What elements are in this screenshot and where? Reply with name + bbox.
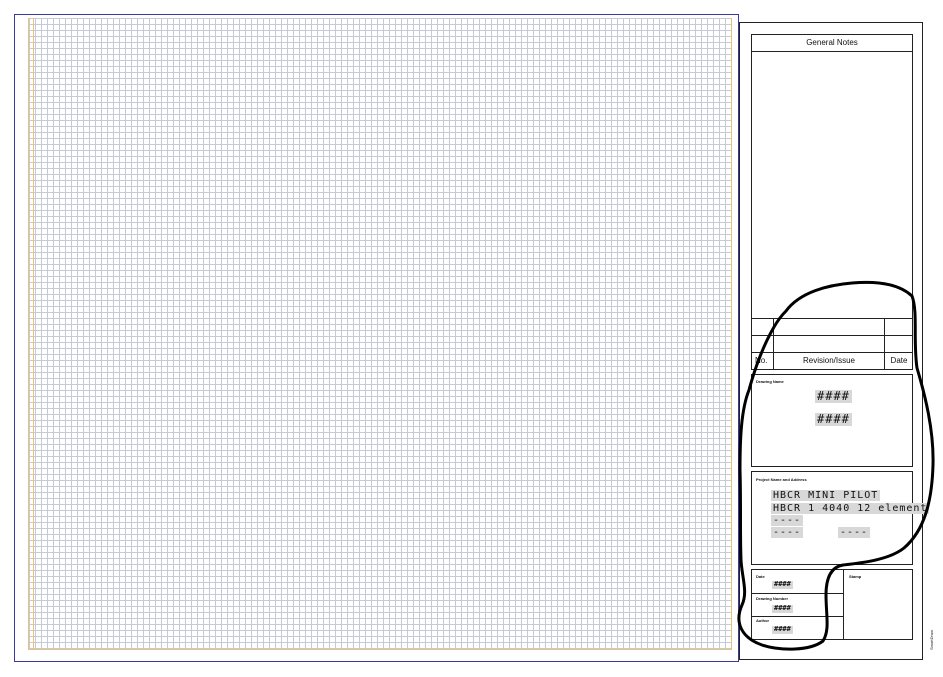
drawing-number-value[interactable]: #### (772, 604, 793, 613)
author-value[interactable]: #### (772, 625, 793, 634)
project-line2: HBCR 1 4040 12 element (771, 503, 930, 514)
project-label: Project Name and Address (756, 477, 807, 482)
date-value[interactable]: #### (772, 580, 793, 589)
project-line4b: ---- (838, 527, 871, 538)
brand-watermark: SmartDraw (929, 629, 934, 650)
drawing-name-line1: #### (815, 389, 852, 404)
revision-header-revision: Revision/Issue (802, 356, 856, 365)
drawing-number-label: Drawing Number (756, 596, 789, 601)
sheet-info-row-line (751, 593, 843, 594)
general-notes-header-divider (751, 51, 913, 52)
project-line3: ---- (771, 515, 804, 526)
revision-row-line (751, 335, 913, 336)
drawing-grid[interactable] (28, 18, 732, 650)
author-label: Author (756, 618, 770, 623)
margin-line (33, 18, 34, 650)
drawing-name-label: Drawing Name (756, 379, 784, 384)
sheet-info-divider (843, 569, 844, 640)
revision-row-line (751, 352, 913, 353)
date-label: Date (756, 574, 765, 579)
sheet-info-row-line (751, 616, 843, 617)
revision-col-line (884, 318, 885, 370)
revision-header-date: Date (890, 356, 908, 365)
revision-row-line (751, 318, 913, 319)
general-notes-box[interactable] (751, 34, 913, 370)
general-notes-label: General Notes (806, 38, 858, 47)
project-line4a: ---- (771, 527, 804, 538)
project-line1: HBCR MINI PILOT (771, 490, 881, 501)
revision-header-no: No. (755, 356, 768, 365)
drawing-name-line2: #### (815, 412, 852, 427)
stamp-label: Stamp (849, 574, 862, 579)
